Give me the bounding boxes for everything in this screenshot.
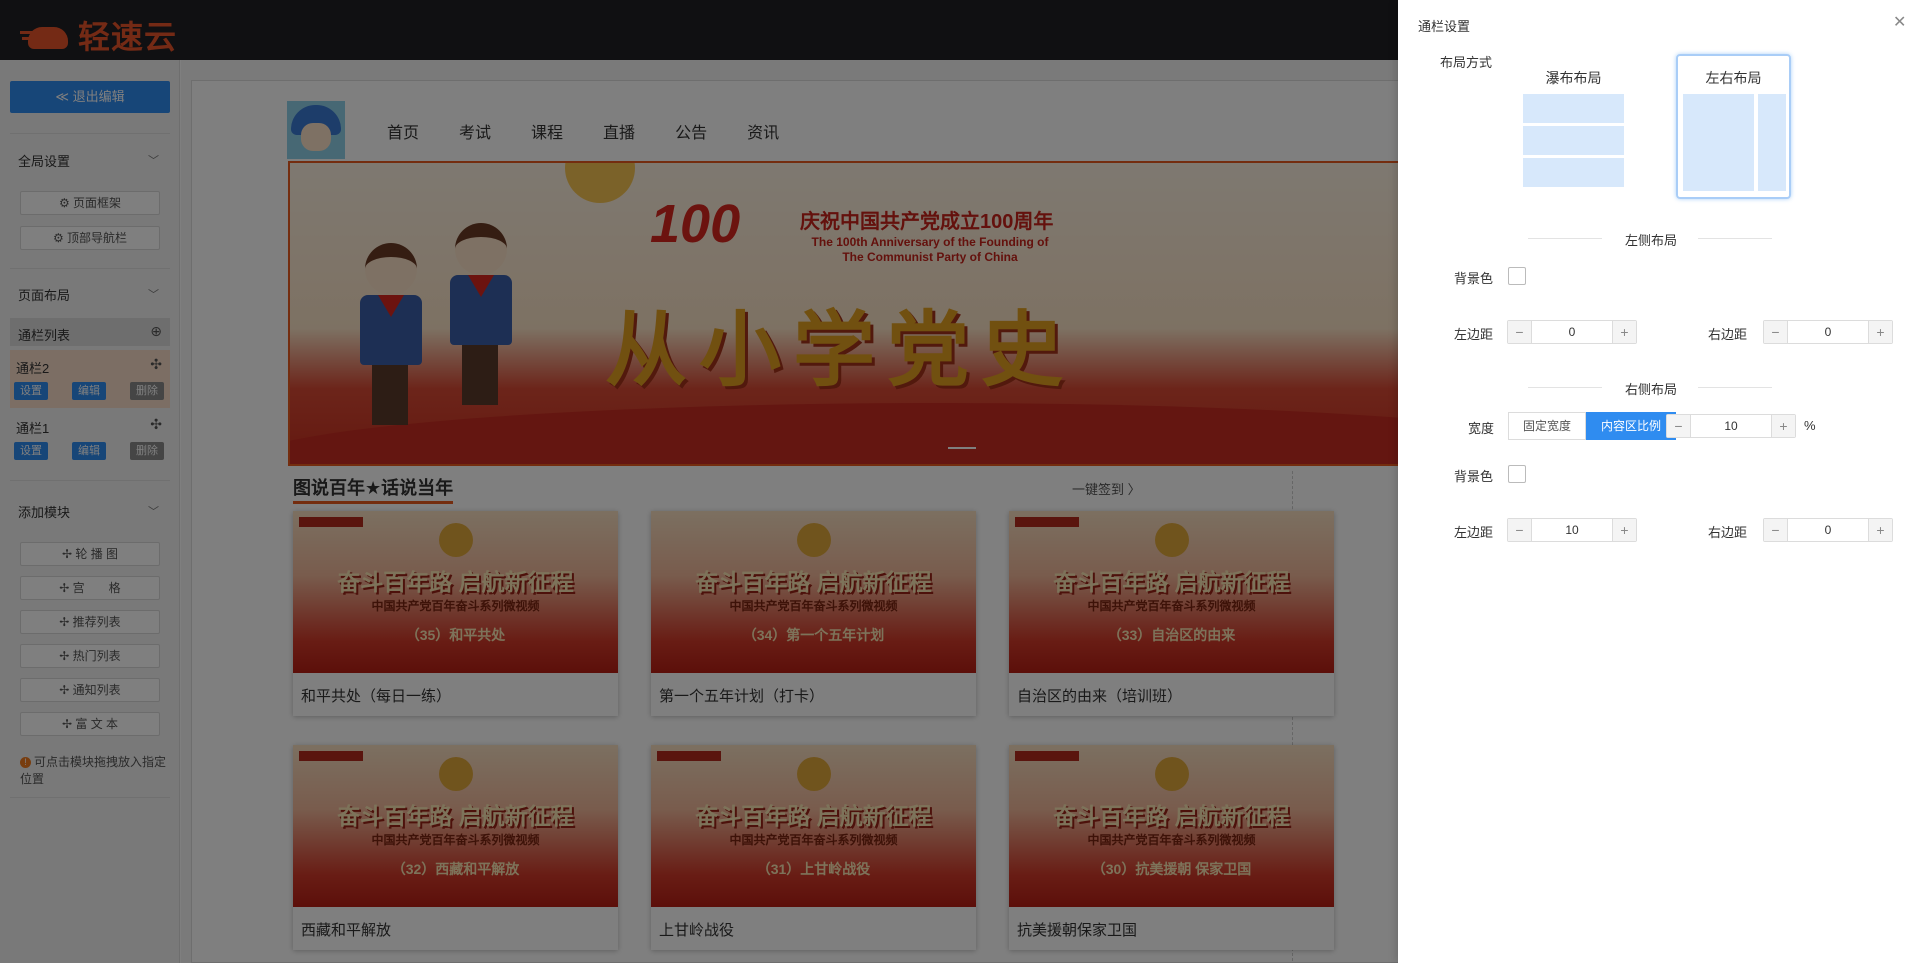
stepper-value[interactable]: 0 <box>1788 321 1868 343</box>
right-bg-label: 背景色 <box>1454 469 1494 484</box>
plus-icon[interactable]: + <box>1612 519 1636 541</box>
left-bg-label: 背景色 <box>1454 271 1494 286</box>
stepper-value[interactable]: 0 <box>1788 519 1868 541</box>
drawer-title: 通栏设置 <box>1418 19 1471 34</box>
plus-icon[interactable]: + <box>1612 321 1636 343</box>
stepper-value[interactable]: 10 <box>1691 415 1771 437</box>
divider <box>1698 238 1772 239</box>
layout-option-left-right[interactable]: 左右布局 <box>1676 54 1791 199</box>
right-margin-label: 右边距 <box>1708 525 1748 540</box>
minus-icon[interactable]: − <box>1508 321 1532 343</box>
minus-icon[interactable]: − <box>1764 519 1788 541</box>
stepper-value[interactable]: 10 <box>1532 519 1612 541</box>
close-icon[interactable]: ✕ <box>1893 12 1906 32</box>
left-margin-label: 左边距 <box>1454 327 1494 342</box>
plus-icon[interactable]: + <box>1771 415 1795 437</box>
divider <box>1528 238 1602 239</box>
left-margin-label: 左边距 <box>1454 525 1494 540</box>
divider <box>1528 387 1602 388</box>
left-section-title: 左侧布局 <box>1625 233 1678 248</box>
right-margin-label: 右边距 <box>1708 327 1748 342</box>
column-settings-drawer: 通栏设置 ✕ 布局方式 瀑布布局 左右布局 左侧布局 背景色 左边距 − 0 +… <box>1398 0 1920 963</box>
right-width-stepper[interactable]: − 10 + <box>1666 414 1796 438</box>
stepper-value[interactable]: 0 <box>1532 321 1612 343</box>
plus-icon[interactable]: + <box>1868 519 1892 541</box>
width-label: 宽度 <box>1468 421 1495 436</box>
left-bg-color-checkbox[interactable] <box>1508 267 1526 285</box>
width-mode-ratio[interactable]: 内容区比例 <box>1586 412 1677 440</box>
divider <box>1698 387 1772 388</box>
left-right-margin-stepper[interactable]: − 0 + <box>1763 320 1893 344</box>
width-mode-toggle[interactable]: 固定宽度 内容区比例 <box>1508 412 1677 440</box>
modal-overlay[interactable] <box>0 0 1398 963</box>
right-section-title: 右侧布局 <box>1625 382 1678 397</box>
right-left-margin-stepper[interactable]: − 10 + <box>1507 518 1637 542</box>
layout-option-waterfall[interactable]: 瀑布布局 <box>1516 54 1631 199</box>
minus-icon[interactable]: − <box>1764 321 1788 343</box>
minus-icon[interactable]: − <box>1667 415 1691 437</box>
layout-option-label: 瀑布布局 <box>1545 70 1602 86</box>
right-right-margin-stepper[interactable]: − 0 + <box>1763 518 1893 542</box>
plus-icon[interactable]: + <box>1868 321 1892 343</box>
left-left-margin-stepper[interactable]: − 0 + <box>1507 320 1637 344</box>
right-bg-color-checkbox[interactable] <box>1508 465 1526 483</box>
percent-unit: % <box>1804 418 1816 433</box>
layout-option-label: 左右布局 <box>1705 70 1762 86</box>
width-mode-fixed[interactable]: 固定宽度 <box>1508 412 1587 440</box>
minus-icon[interactable]: − <box>1508 519 1532 541</box>
layout-mode-label: 布局方式 <box>1440 55 1493 70</box>
